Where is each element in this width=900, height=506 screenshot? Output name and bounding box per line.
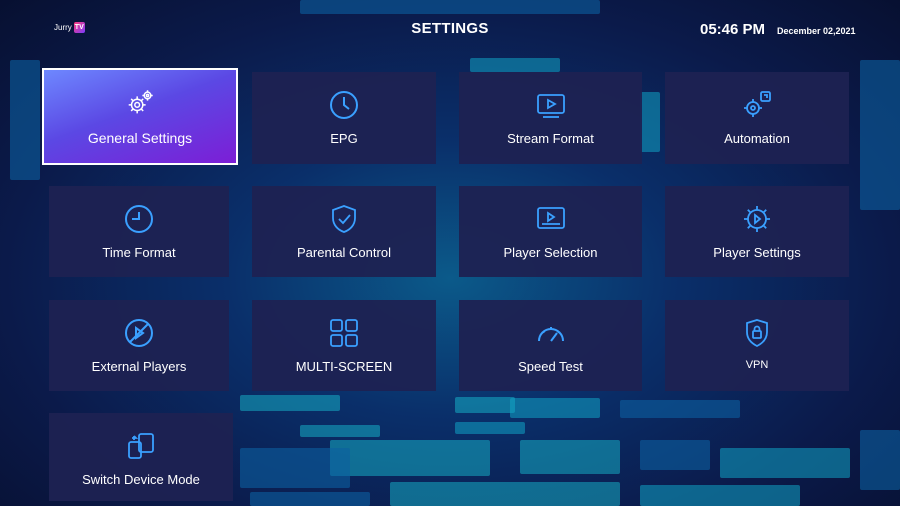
tile-time-format[interactable]: Time Format [49, 186, 229, 277]
tile-label: Speed Test [518, 359, 583, 374]
clock-time: 05:46 PM [700, 21, 766, 38]
time-format-icon [123, 203, 155, 235]
stream-format-icon [535, 89, 567, 121]
automation-icon [741, 89, 773, 121]
tile-label: Player Settings [713, 245, 801, 260]
tile-label: Parental Control [297, 245, 391, 260]
tile-label: Automation [724, 131, 790, 146]
tile-label: Time Format [102, 245, 176, 260]
switch-device-icon [125, 430, 157, 462]
shield-check-icon [328, 203, 360, 235]
multi-screen-icon [328, 317, 360, 349]
tile-player-selection[interactable]: Player Selection [459, 186, 642, 277]
tile-general-settings[interactable]: General Settings [42, 68, 238, 165]
tile-speed-test[interactable]: Speed Test [459, 300, 642, 391]
tile-switch-device-mode[interactable]: Switch Device Mode [49, 413, 233, 501]
tile-label: MULTI-SCREEN [295, 359, 393, 374]
tile-stream-format[interactable]: Stream Format [459, 72, 642, 164]
clock-icon [328, 89, 360, 121]
tile-label: EPG [330, 131, 358, 146]
tile-automation[interactable]: Automation [665, 72, 849, 164]
tile-epg[interactable]: EPG [252, 72, 436, 164]
tile-label: Player Selection [503, 245, 598, 260]
tile-label: VPN [745, 359, 769, 371]
tile-label: Switch Device Mode [82, 472, 200, 487]
tile-multi-screen[interactable]: MULTI-SCREEN [252, 300, 436, 391]
tile-vpn[interactable]: VPN [665, 300, 849, 391]
speedometer-icon [535, 317, 567, 349]
tile-parental-control[interactable]: Parental Control [252, 186, 436, 277]
clock-date: December 02,2021 [777, 26, 856, 36]
player-settings-icon [741, 203, 773, 235]
tile-external-players[interactable]: External Players [49, 300, 229, 391]
tile-label: General Settings [87, 130, 193, 146]
external-players-icon [123, 317, 155, 349]
header: Jurry TV SETTINGS 05:46 PM December 02,2… [0, 0, 900, 60]
gears-icon [124, 87, 156, 119]
tile-player-settings[interactable]: Player Settings [665, 186, 849, 277]
player-selection-icon [535, 203, 567, 235]
vpn-icon [741, 317, 773, 349]
tile-label: Stream Format [507, 131, 594, 146]
tile-label: External Players [91, 359, 187, 374]
